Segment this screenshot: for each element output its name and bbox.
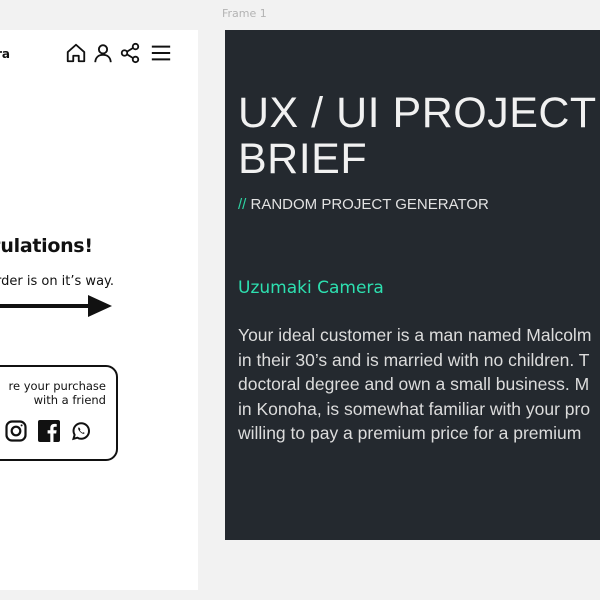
user-icon[interactable] <box>92 42 114 64</box>
brief-title: UX / UI PROJECT BRIEF <box>238 90 600 182</box>
company-name: Uzumaki Camera <box>238 278 384 298</box>
subtitle-slashes: // <box>238 196 247 213</box>
description-line: willing to pay a premium price for a pre… <box>238 423 582 444</box>
share-icon[interactable] <box>119 42 141 64</box>
whatsapp-icon[interactable] <box>69 419 93 443</box>
order-status-message: rder is on it’s way. <box>0 274 115 289</box>
description-line: doctoral degree and own a small business… <box>238 374 590 395</box>
facebook-icon[interactable] <box>37 419 61 443</box>
share-purchase-card: re your purchase with a friend <box>0 365 118 461</box>
share-prompt-line2: with a friend <box>33 393 106 407</box>
description-line: in their 30’s and is married with no chi… <box>238 349 590 370</box>
share-prompt: re your purchase with a friend <box>0 379 106 407</box>
right-arrow-icon[interactable] <box>0 293 115 319</box>
hamburger-menu-icon[interactable] <box>150 42 172 64</box>
share-prompt-line1: re your purchase <box>8 379 106 393</box>
congratulations-heading: ratulations! <box>0 235 93 257</box>
home-icon[interactable] <box>65 42 87 64</box>
customer-description: Your ideal customer is a man named Malco… <box>238 323 600 446</box>
description-line: in Konoha, is somewhat familiar with you… <box>238 398 591 419</box>
brief-title-line2: BRIEF <box>238 135 368 183</box>
brief-title-line1: UX / UI PROJECT <box>238 89 597 137</box>
brand-logo-text: ra <box>0 47 11 61</box>
instagram-icon[interactable] <box>4 419 28 443</box>
project-brief-frame: UX / UI PROJECT BRIEF // RANDOM PROJECT … <box>225 30 600 540</box>
description-line: Your ideal customer is a man named Malco… <box>238 325 592 345</box>
brief-subtitle: // RANDOM PROJECT GENERATOR <box>238 196 489 213</box>
frame-label[interactable]: Frame 1 <box>222 7 267 20</box>
subtitle-text: RANDOM PROJECT GENERATOR <box>250 196 489 213</box>
mobile-screen-frame: ra ratulations! rder is on it’s way. re … <box>0 30 198 590</box>
